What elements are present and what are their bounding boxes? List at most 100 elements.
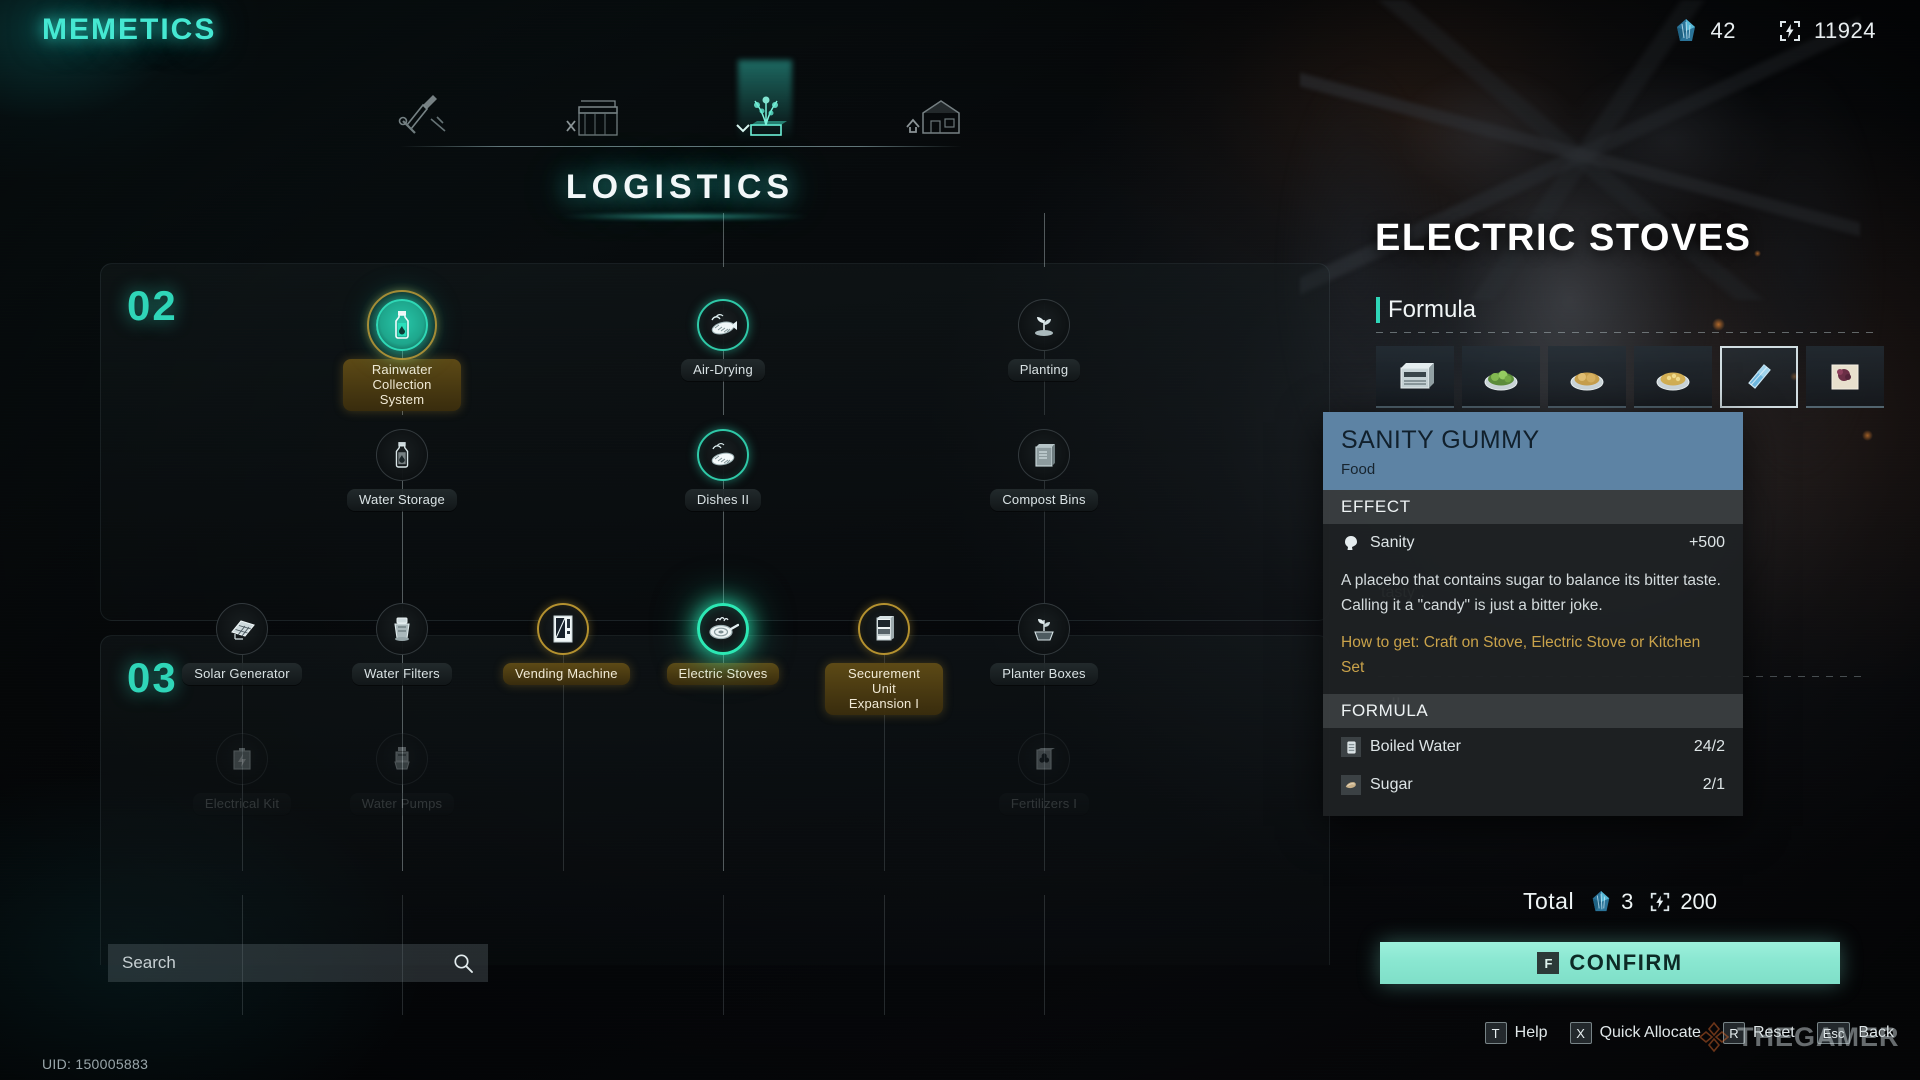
locker-icon <box>876 616 894 641</box>
tree-node-water-pumps[interactable]: Water Pumps <box>342 733 462 815</box>
hint-help[interactable]: T Help <box>1484 1022 1548 1044</box>
category-tab-tools[interactable] <box>386 86 464 148</box>
section-divider <box>1376 332 1880 333</box>
node-circle <box>1018 603 1070 655</box>
node-circle <box>376 733 428 785</box>
tree-node-fertilizers[interactable]: Fertilizers I <box>984 733 1104 815</box>
node-label: Electrical Kit <box>192 793 292 815</box>
watermark: THEGAMER <box>1697 1020 1900 1054</box>
shard-icon <box>1592 890 1610 911</box>
gummy-icon <box>1748 364 1771 389</box>
logistics-plant-icon <box>736 96 787 136</box>
currency-tray: 42 11924 <box>1674 18 1876 44</box>
tree-node-water-filters[interactable]: Water Filters <box>342 603 462 685</box>
category-tab-housing[interactable] <box>896 86 974 148</box>
tree-node-rainwater[interactable]: Rainwater Collection System <box>342 299 462 411</box>
tree-edge <box>884 895 885 1015</box>
top-bar: MEMETICS 42 11924 <box>0 0 1920 64</box>
currency-shards-value: 42 <box>1710 18 1736 43</box>
node-circle <box>1018 733 1070 785</box>
tree-edge <box>1044 213 1045 267</box>
tooltip-formula-value: 2/1 <box>1702 776 1725 793</box>
formula-slot-salad[interactable] <box>1462 346 1540 408</box>
title-glow <box>560 214 810 219</box>
tooltip-formula-label: Sugar <box>1370 776 1413 793</box>
water-bottle-icon <box>395 311 409 339</box>
tree-edge <box>723 895 724 1015</box>
sanity-icon <box>1341 533 1361 553</box>
formula-slot-stove[interactable] <box>1376 346 1454 408</box>
node-circle <box>216 733 268 785</box>
house-icon <box>906 100 960 134</box>
tree-node-electrical-kit[interactable]: Electrical Kit <box>182 733 302 815</box>
currency-energy-value: 11924 <box>1813 18 1876 43</box>
total-energy: 200 <box>1649 889 1717 915</box>
search-bar[interactable]: Search <box>108 944 488 982</box>
tree-edge <box>1044 895 1045 1015</box>
tools-icon <box>398 95 446 134</box>
filter-icon <box>394 617 410 641</box>
formula-slot-dish-1[interactable] <box>1548 346 1626 408</box>
category-tabs <box>0 78 1360 148</box>
search-input[interactable]: Search <box>122 953 452 973</box>
water-pump-icon <box>394 747 410 770</box>
workbench-icon <box>566 100 618 136</box>
category-tab-workbench[interactable] <box>556 86 634 148</box>
detail-title: ELECTRIC STOVES <box>1375 217 1752 259</box>
energy-icon <box>1779 21 1800 41</box>
item-tooltip: SANITY GUMMY Food EFFECT Sanity +500 A p… <box>1323 412 1743 816</box>
fish-dry-icon <box>711 443 735 466</box>
electrical-kit-icon <box>233 748 251 770</box>
tree-node-dishes-2[interactable]: Dishes II <box>663 429 783 511</box>
energy-icon <box>1651 892 1670 911</box>
tree-node-water-storage[interactable]: Water Storage <box>342 429 462 511</box>
tree-node-planter-boxes[interactable]: Planter Boxes <box>984 603 1104 685</box>
tree-node-air-drying[interactable]: Air-Drying <box>663 299 783 381</box>
tree-node-electric-stoves[interactable]: Electric Stoves <box>663 603 783 685</box>
page-title: MEMETICS <box>42 13 217 46</box>
user-id: UID: 150005883 <box>42 1056 149 1072</box>
formula-slot-dish-2[interactable] <box>1634 346 1712 408</box>
frying-pan-icon <box>709 617 739 640</box>
tree-node-planting[interactable]: Planting <box>984 299 1104 381</box>
tier-number: 02 <box>127 282 178 329</box>
node-circle <box>697 299 749 351</box>
node-label: Solar Generator <box>182 663 302 685</box>
node-label: Vending Machine <box>503 663 630 685</box>
tree-node-vending-machine[interactable]: Vending Machine <box>503 603 630 685</box>
node-circle <box>697 603 749 655</box>
tree-edge <box>723 213 724 267</box>
tooltip-formula-body: Boiled Water 24/2 Sugar 2/1 <box>1323 728 1743 816</box>
formula-slots <box>1376 346 1884 408</box>
confirm-button[interactable]: F CONFIRM <box>1380 942 1840 984</box>
section-accent-bar <box>1376 297 1380 323</box>
tooltip-header: SANITY GUMMY Food <box>1323 412 1743 490</box>
hint-quick-allocate[interactable]: X Quick Allocate <box>1569 1022 1701 1044</box>
tooltip-effect-header: EFFECT <box>1323 490 1743 524</box>
active-category-title: LOGISTICS <box>565 168 795 206</box>
tree-node-compost-bins[interactable]: Compost Bins <box>984 429 1104 511</box>
formula-slot-jam-toast[interactable] <box>1806 346 1884 408</box>
node-circle <box>376 429 428 481</box>
tree-node-solar-generator[interactable]: Solar Generator <box>182 603 302 685</box>
tree-edge <box>563 655 564 871</box>
tooltip-effect-value: +500 <box>1688 534 1725 551</box>
node-label: Fertilizers I <box>998 793 1090 815</box>
tooltip-formula-row: Sugar 2/1 <box>1341 766 1725 804</box>
shard-icon <box>1677 19 1696 41</box>
search-icon[interactable] <box>452 952 474 974</box>
stove-icon <box>1400 363 1434 389</box>
tree-node-securement-unit[interactable]: Securement Unit Expansion I <box>824 603 944 715</box>
tooltip-formula-label: Boiled Water <box>1370 738 1461 755</box>
tooltip-description: A placebo that contains sugar to balance… <box>1341 572 1721 614</box>
node-circle <box>1018 299 1070 351</box>
total-energy-value: 200 <box>1680 888 1718 914</box>
total-label: Total <box>1522 888 1575 914</box>
tooltip-effect-label: Sanity <box>1370 534 1415 551</box>
category-tab-logistics[interactable] <box>726 86 804 148</box>
vending-machine-icon <box>553 615 573 643</box>
confirm-label: CONFIRM <box>1569 950 1683 975</box>
node-label: Planting <box>1007 359 1081 381</box>
jam-toast-icon <box>1831 364 1859 390</box>
formula-slot-sanity-gummy[interactable] <box>1720 346 1798 408</box>
